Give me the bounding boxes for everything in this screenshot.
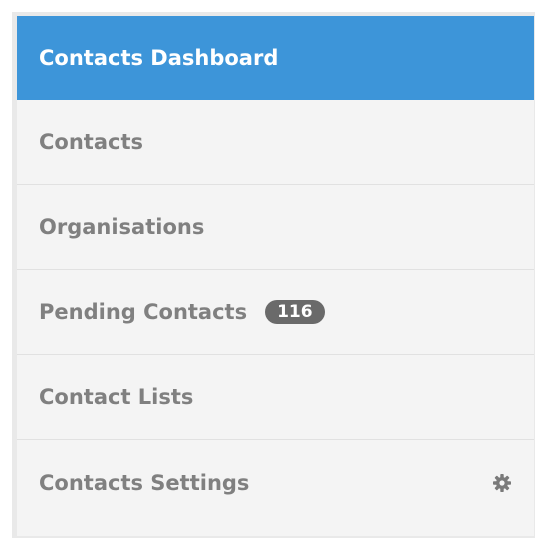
nav-item-label: Contact Lists xyxy=(39,385,194,409)
pending-count-badge: 116 xyxy=(265,300,325,324)
nav-item-contacts-dashboard[interactable]: Contacts Dashboard xyxy=(17,16,534,100)
nav-item-contacts[interactable]: Contacts xyxy=(17,100,534,185)
nav-item-contact-lists[interactable]: Contact Lists xyxy=(17,355,534,440)
contacts-nav-list: Contacts Dashboard Contacts Organisation… xyxy=(17,16,534,536)
nav-item-label: Pending Contacts xyxy=(39,300,248,324)
nav-item-pending-contacts[interactable]: Pending Contacts 116 xyxy=(17,270,534,355)
nav-item-label: Contacts Settings xyxy=(39,470,250,495)
gear-icon[interactable] xyxy=(492,473,512,493)
nav-item-label: Organisations xyxy=(39,215,205,239)
nav-item-organisations[interactable]: Organisations xyxy=(17,185,534,270)
nav-item-contacts-settings[interactable]: Contacts Settings xyxy=(17,440,534,525)
nav-item-label: Contacts Dashboard xyxy=(39,46,279,70)
nav-item-label: Contacts xyxy=(39,130,143,154)
